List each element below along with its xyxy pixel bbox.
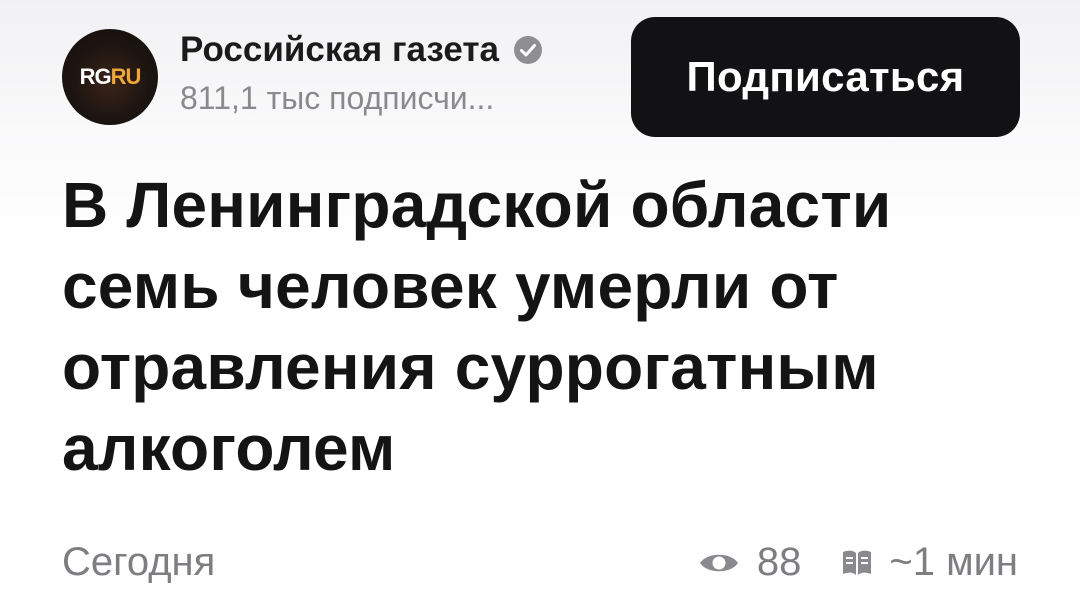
article-stats: 88 ~1 мин — [699, 540, 1018, 585]
channel-avatar[interactable]: RGRU — [62, 29, 158, 125]
subscribe-button[interactable]: Подписаться — [631, 17, 1020, 137]
channel-logo: RGRU — [79, 64, 142, 90]
eye-icon — [699, 554, 738, 571]
article-headline[interactable]: В Ленинградской области семь человек уме… — [62, 165, 1022, 489]
verified-check-icon — [513, 36, 542, 64]
channel-name-row[interactable]: Российская газета — [180, 30, 543, 70]
read-time: ~1 мин — [889, 540, 1018, 584]
publish-date: Сегодня — [62, 540, 216, 584]
logo-rg: RG — [79, 64, 112, 89]
subscriber-count: 811,1 тыс подписчи... — [180, 80, 495, 116]
logo-ru: RU — [110, 64, 142, 89]
article-meta: Сегодня 88 ~1 мин — [0, 530, 1080, 600]
channel-header: RGRU Российская газета 811,1 тыс подписч… — [0, 0, 1080, 150]
channel-name[interactable]: Российская газета — [180, 30, 499, 70]
view-count: 88 — [756, 540, 802, 584]
book-icon — [843, 550, 872, 575]
